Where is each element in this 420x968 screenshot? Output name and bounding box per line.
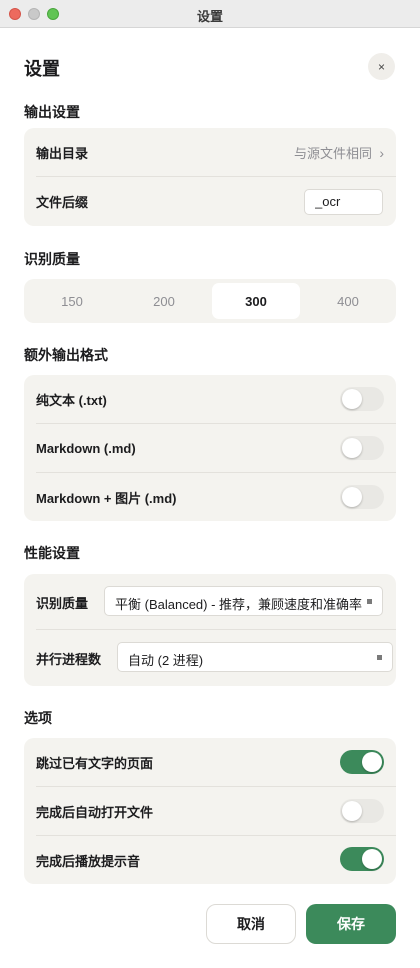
- format-md-label: Markdown (.md): [36, 441, 136, 456]
- file-suffix-row: 文件后缀: [24, 177, 396, 226]
- quality-segmented-control: 150 200 300 400: [24, 279, 396, 323]
- perf-workers-value: 自动 (2 进程): [128, 653, 204, 668]
- perf-quality-row: 识别质量 平衡 (Balanced) - 推荐，兼顾速度和准确率: [24, 574, 396, 630]
- quality-option-400[interactable]: 400: [304, 283, 392, 319]
- page-title: 设置: [24, 59, 60, 79]
- quality-option-200[interactable]: 200: [120, 283, 208, 319]
- option-sound-toggle[interactable]: [340, 847, 384, 871]
- perf-workers-label: 并行进程数: [36, 651, 102, 667]
- dropdown-arrow-icon: [377, 655, 382, 660]
- perf-quality-label: 识别质量: [36, 595, 89, 611]
- option-open-toggle[interactable]: [340, 799, 384, 823]
- format-md-row: Markdown (.md): [24, 424, 396, 473]
- output-section-title: 输出设置: [24, 104, 80, 120]
- formats-section-title: 额外输出格式: [24, 347, 108, 363]
- dropdown-arrow-icon: [367, 599, 372, 604]
- format-md-images-row: Markdown + 图片 (.md): [24, 473, 396, 521]
- quality-option-150[interactable]: 150: [28, 283, 116, 319]
- option-skip-toggle[interactable]: [340, 750, 384, 774]
- quality-section-title: 识别质量: [24, 251, 80, 267]
- file-suffix-label: 文件后缀: [36, 195, 89, 210]
- format-md-images-label: Markdown + 图片 (.md): [36, 490, 177, 506]
- format-txt-label: 纯文本 (.txt): [36, 393, 107, 408]
- format-txt-row: 纯文本 (.txt): [24, 375, 396, 424]
- output-card: 输出目录 与源文件相同 › 文件后缀: [24, 128, 396, 226]
- option-sound-row: 完成后播放提示音: [24, 836, 396, 884]
- perf-workers-row: 并行进程数 自动 (2 进程): [24, 630, 396, 686]
- close-icon: ×: [377, 59, 385, 74]
- perf-quality-select[interactable]: 平衡 (Balanced) - 推荐，兼顾速度和准确率: [104, 586, 383, 616]
- performance-section-title: 性能设置: [24, 545, 80, 561]
- save-button[interactable]: 保存: [306, 904, 396, 944]
- performance-card: 识别质量 平衡 (Balanced) - 推荐，兼顾速度和准确率 并行进程数 自…: [24, 574, 396, 686]
- option-sound-label: 完成后播放提示音: [36, 853, 141, 869]
- output-dir-row[interactable]: 输出目录 与源文件相同 ›: [24, 128, 396, 177]
- format-md-images-toggle[interactable]: [340, 485, 384, 509]
- chevron-right-icon: ›: [379, 144, 384, 161]
- formats-card: 纯文本 (.txt) Markdown (.md) Markdown + 图片 …: [24, 375, 396, 521]
- options-section-title: 选项: [24, 710, 52, 726]
- option-skip-row: 跳过已有文字的页面: [24, 738, 396, 787]
- window-title: 设置: [196, 9, 223, 24]
- option-open-row: 完成后自动打开文件: [24, 787, 396, 836]
- option-skip-label: 跳过已有文字的页面: [36, 756, 154, 771]
- output-dir-label: 输出目录: [36, 146, 89, 161]
- format-txt-toggle[interactable]: [340, 387, 384, 411]
- file-suffix-input[interactable]: [304, 188, 383, 215]
- options-card: 跳过已有文字的页面 完成后自动打开文件 完成后播放提示音: [24, 738, 396, 884]
- perf-workers-select[interactable]: 自动 (2 进程): [117, 642, 393, 672]
- format-md-toggle[interactable]: [340, 436, 384, 460]
- cancel-button[interactable]: 取消: [206, 904, 296, 944]
- option-open-label: 完成后自动打开文件: [36, 805, 154, 820]
- perf-quality-value: 平衡 (Balanced) - 推荐，兼顾速度和准确率: [115, 597, 363, 612]
- output-dir-value: 与源文件相同: [293, 146, 372, 161]
- close-button[interactable]: ×: [368, 53, 395, 80]
- window-titlebar: 设置: [0, 0, 420, 28]
- quality-option-300[interactable]: 300: [212, 283, 300, 319]
